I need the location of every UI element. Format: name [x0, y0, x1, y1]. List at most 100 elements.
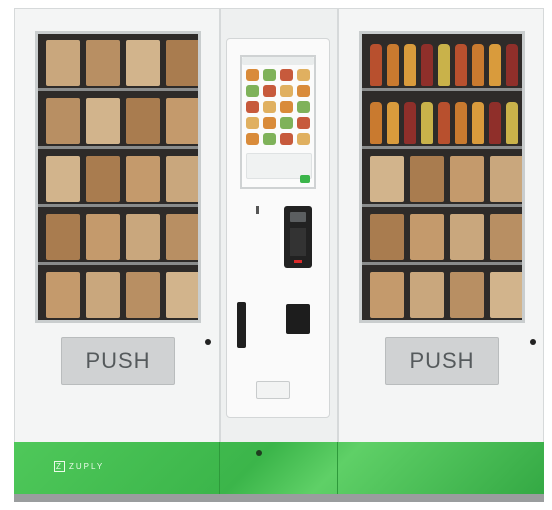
food-package: [450, 272, 484, 318]
card-reader-light: [294, 260, 302, 263]
bottle: [506, 102, 518, 144]
screen-tile: [246, 69, 259, 81]
food-package: [86, 214, 120, 260]
screen-tile: [263, 101, 276, 113]
touch-screen[interactable]: [240, 55, 316, 189]
bottle: [506, 44, 518, 86]
food-package: [166, 98, 198, 144]
screen-tile: [280, 117, 293, 129]
bottle: [370, 102, 382, 144]
right-push-label: PUSH: [409, 348, 475, 373]
food-package: [126, 214, 160, 260]
screen-tile: [297, 69, 310, 81]
bottle: [421, 102, 433, 144]
receipt-printer: [286, 304, 310, 334]
food-package: [166, 40, 198, 86]
right-push-panel[interactable]: PUSH: [385, 337, 499, 385]
screen-tile: [246, 133, 259, 145]
bottle: [455, 102, 467, 144]
base-indicator-dot: [256, 450, 262, 456]
left-door-latch[interactable]: [205, 339, 211, 345]
screen-tile: [280, 101, 293, 113]
food-package: [126, 156, 160, 202]
bottle: [472, 44, 484, 86]
food-package: [86, 156, 120, 202]
food-package: [410, 156, 444, 202]
shelf: [362, 262, 522, 265]
food-package: [166, 214, 198, 260]
left-push-label: PUSH: [85, 348, 151, 373]
food-package: [46, 272, 80, 318]
screen-tile: [280, 133, 293, 145]
left-display-window: [35, 31, 201, 323]
shelf: [362, 88, 522, 91]
shelf: [38, 88, 198, 91]
bottle: [404, 44, 416, 86]
bottle: [489, 102, 501, 144]
food-package: [166, 272, 198, 318]
collection-bin[interactable]: [256, 381, 290, 399]
shelf: [38, 204, 198, 207]
left-cabinet: PUSH: [14, 8, 220, 500]
food-package: [126, 272, 160, 318]
screen-tile: [263, 69, 276, 81]
food-package: [490, 156, 522, 202]
cabinet-feet: [14, 494, 544, 502]
food-package: [46, 98, 80, 144]
screen-green-button: [300, 175, 310, 183]
shelf: [38, 320, 198, 323]
screen-tile: [280, 69, 293, 81]
food-package: [126, 98, 160, 144]
screen-tile: [263, 85, 276, 97]
brand-mark-icon: Z: [54, 461, 65, 472]
bottle: [370, 44, 382, 86]
card-reader-keypad: [290, 228, 306, 256]
base-divider-left: [219, 442, 220, 494]
screen-tile: [263, 117, 276, 129]
food-package: [86, 40, 120, 86]
card-reader-screen: [290, 212, 306, 222]
bottle: [404, 102, 416, 144]
right-cabinet: PUSH: [338, 8, 544, 500]
food-package: [490, 272, 522, 318]
shelf: [362, 146, 522, 149]
bottle: [472, 102, 484, 144]
screen-tile: [297, 117, 310, 129]
food-package: [410, 272, 444, 318]
food-package: [46, 156, 80, 202]
food-package: [166, 156, 198, 202]
food-package: [86, 98, 120, 144]
right-door-latch[interactable]: [530, 339, 536, 345]
bottle: [438, 102, 450, 144]
screen-tile: [297, 85, 310, 97]
food-package: [86, 272, 120, 318]
right-display-window: [359, 31, 525, 323]
shelf: [38, 262, 198, 265]
screen-header: [242, 57, 314, 65]
brand-logo: Z ZUPLY: [54, 461, 104, 472]
food-package: [46, 40, 80, 86]
screen-tile: [297, 101, 310, 113]
screen-tile: [246, 101, 259, 113]
card-reader[interactable]: [284, 206, 312, 268]
brand-name: ZUPLY: [69, 462, 105, 471]
shelf: [362, 204, 522, 207]
base-divider-right: [337, 442, 338, 494]
food-package: [126, 40, 160, 86]
bottle: [438, 44, 450, 86]
shelf: [38, 146, 198, 149]
screen-tile: [246, 117, 259, 129]
food-package: [490, 214, 522, 260]
screen-tile: [263, 133, 276, 145]
left-push-panel[interactable]: PUSH: [61, 337, 175, 385]
bottle: [455, 44, 467, 86]
sensor-dot: [256, 206, 259, 214]
food-package: [46, 214, 80, 260]
food-package: [450, 156, 484, 202]
food-package: [370, 156, 404, 202]
screen-tile: [297, 133, 310, 145]
cash-slot[interactable]: [237, 302, 246, 348]
bottle: [421, 44, 433, 86]
food-package: [410, 214, 444, 260]
bottle: [489, 44, 501, 86]
